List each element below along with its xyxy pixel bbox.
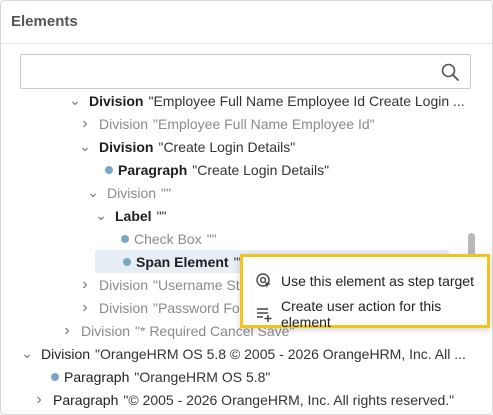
node-value: ""	[206, 230, 217, 247]
menu-item-label: Use this element as step target	[281, 273, 474, 289]
tree-node[interactable]: ⌄ Division ""	[1, 181, 461, 204]
node-tag: Division	[107, 184, 157, 201]
node-value: "© 2005 - 2026 OrangeHRM, Inc. All right…	[123, 391, 455, 408]
chevron-down-icon[interactable]: ⌄	[77, 138, 93, 155]
chevron-down-icon[interactable]: ⌄	[85, 184, 101, 201]
search-icon[interactable]	[440, 62, 460, 82]
search-input[interactable]	[27, 59, 437, 84]
node-dot-icon	[121, 234, 129, 243]
divider	[1, 43, 492, 44]
elements-panel: Elements ⌄ Division "Employee Full Name Em…	[0, 0, 493, 415]
menu-item-use-as-step-target[interactable]: Use this element as step target	[243, 265, 487, 297]
tree-node[interactable]: Paragraph "Create Login Details"	[1, 158, 461, 181]
node-tag: Division	[99, 138, 154, 155]
tree-node[interactable]: ⌄ Division "Employee Full Name Employee Id…	[1, 89, 465, 112]
chevron-down-icon[interactable]: ⌄	[19, 345, 35, 362]
node-tag: Check Box	[134, 230, 202, 247]
chevron-right-icon[interactable]: ›	[59, 322, 75, 340]
tree-node[interactable]: Check Box ""	[1, 227, 461, 250]
node-value: ""	[156, 207, 167, 224]
chevron-right-icon[interactable]: ›	[77, 115, 93, 133]
node-value: "Password For	[153, 299, 245, 316]
node-tag: Division	[41, 345, 91, 362]
menu-item-label: Create user action for this element	[281, 298, 442, 330]
tree-node[interactable]: Paragraph "OrangeHRM OS 5.8"	[1, 365, 461, 388]
tree-node[interactable]: ⌄ Division "Create Login Details"	[1, 135, 461, 158]
node-tag: Paragraph	[118, 161, 188, 178]
node-value: ""	[161, 184, 171, 201]
node-value: "Employee Full Name Employee Id"	[153, 115, 375, 132]
node-tag: Division	[99, 115, 149, 132]
context-menu: Use this element as step target Create u…	[240, 254, 490, 330]
node-value: "Create Login Details"	[158, 138, 296, 155]
tree-node[interactable]: ⌄ Label ""	[1, 204, 461, 227]
node-tag: Division	[99, 299, 149, 316]
node-tag: Paragraph	[53, 391, 119, 408]
tree-node[interactable]: › Paragraph "© 2005 - 2026 OrangeHRM, Inc.…	[1, 388, 461, 411]
node-value: "Create Login Details"	[192, 161, 330, 178]
node-tag: Division	[89, 92, 144, 109]
node-value: "OrangeHRM OS 5.8"	[134, 368, 271, 385]
node-dot-icon	[123, 257, 131, 266]
node-dot-icon	[105, 165, 113, 174]
add-list-icon	[257, 308, 272, 322]
node-tag: Division	[81, 322, 131, 339]
node-dot-icon	[51, 372, 59, 381]
node-tag: Label	[115, 207, 152, 224]
tree-node[interactable]: › Division "Employee Full Name Employee Id…	[1, 112, 461, 135]
chevron-down-icon[interactable]: ⌄	[93, 207, 109, 224]
node-tag: Paragraph	[64, 368, 130, 385]
node-tag: Division	[99, 276, 149, 293]
element-tree: ⌄ Division "Employee Full Name Employee Id…	[1, 89, 471, 415]
menu-item-create-user-action[interactable]: Create user action for this element	[243, 298, 487, 330]
node-value: "Employee Full Name Employee Id Create L…	[148, 92, 465, 109]
node-value: "OrangeHRM OS 5.8 © 2005 - 2026 OrangeHR…	[95, 345, 466, 362]
search-box[interactable]	[20, 54, 471, 89]
chevron-right-icon[interactable]: ›	[31, 391, 47, 409]
tree-node[interactable]: ⌄ Division "OrangeHRM OS 5.8 © 2005 - 2026…	[1, 342, 466, 365]
node-tag: Span Element	[136, 253, 229, 270]
chevron-right-icon[interactable]: ›	[77, 299, 93, 317]
panel-title: Elements	[11, 13, 78, 30]
chevron-down-icon[interactable]: ⌄	[67, 92, 83, 109]
chevron-right-icon[interactable]: ›	[77, 276, 93, 294]
target-icon	[256, 273, 271, 288]
